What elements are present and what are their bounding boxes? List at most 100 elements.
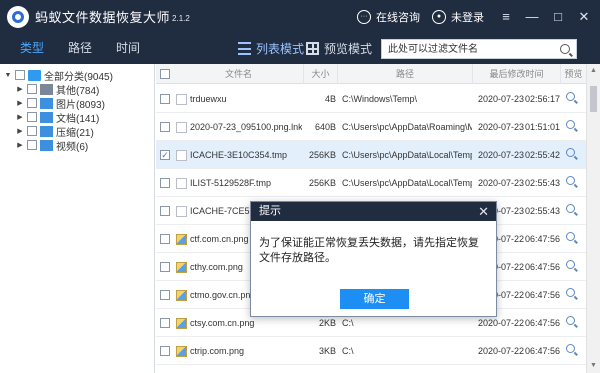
prompt-dialog: 提示 ✕ 为了保证能正常恢复丢失数据，请先指定恢复文件存放路径。 确定 [250, 201, 497, 317]
file-time: 06:47:56 [525, 234, 561, 244]
tree-item-documents[interactable]: ▶ 文档(141) [16, 110, 100, 125]
dialog-close-icon[interactable]: ✕ [478, 202, 489, 221]
menu-button[interactable]: ≡ [496, 9, 516, 24]
row-checkbox[interactable] [160, 290, 170, 300]
preview-zoom-icon[interactable] [566, 148, 578, 160]
row-checkbox[interactable] [160, 178, 170, 188]
table-row[interactable]: trduewxu 4B C:\Windows\Temp\ 2020-07-23 … [156, 85, 586, 113]
collapse-arrow-icon[interactable]: ▼ [4, 72, 12, 79]
file-icon [176, 206, 187, 217]
title-bar: 蚂蚁文件数据恢复大师 2.1.2 ··· 在线咨询 ● 未登录 ≡ — □ ✕ [0, 0, 600, 33]
expand-arrow-icon[interactable]: ▶ [16, 99, 24, 107]
search-box [381, 39, 577, 59]
expand-arrow-icon[interactable]: ▶ [16, 85, 24, 93]
row-checkbox[interactable] [160, 122, 170, 132]
preview-zoom-icon[interactable] [566, 204, 578, 216]
preview-zoom-icon[interactable] [566, 344, 578, 356]
preview-zoom-icon[interactable] [566, 288, 578, 300]
row-checkbox[interactable]: ✓ [160, 150, 170, 160]
login-label: 未登录 [451, 11, 484, 24]
file-name: ctrip.com.png [190, 346, 245, 356]
tree-item-checkbox[interactable] [27, 84, 37, 94]
image-file-icon [176, 318, 187, 329]
maximize-button[interactable]: □ [548, 9, 568, 24]
scroll-down-arrow-icon[interactable]: ▼ [587, 359, 600, 373]
row-checkbox[interactable] [160, 94, 170, 104]
search-icon[interactable] [560, 44, 570, 54]
image-file-icon [176, 290, 187, 301]
file-size: 256KB [308, 178, 336, 188]
user-icon: ● [432, 9, 446, 24]
file-time: 06:47:56 [525, 346, 561, 356]
file-time: 02:56:17 [525, 94, 561, 104]
file-name: ICACHE-3E10C354.tmp [190, 150, 288, 160]
tree-item-checkbox[interactable] [27, 112, 37, 122]
expand-arrow-icon[interactable]: ▶ [16, 141, 24, 149]
tree-item-images[interactable]: ▶ 图片(8093) [16, 96, 105, 111]
table-row[interactable]: ILIST-5129528F.tmp 256KB C:\Users\pc\App… [156, 169, 586, 197]
file-time: 06:47:56 [525, 318, 561, 328]
tree-item-label: 视频(6) [56, 141, 89, 153]
preview-zoom-icon[interactable] [566, 92, 578, 104]
scrollbar-thumb[interactable] [590, 86, 597, 112]
image-file-icon [176, 234, 187, 245]
row-checkbox[interactable] [160, 318, 170, 328]
tree-item-checkbox[interactable] [27, 98, 37, 108]
expand-arrow-icon[interactable]: ▶ [16, 127, 24, 135]
archive-folder-icon [40, 125, 53, 137]
tree-root-checkbox[interactable] [15, 70, 25, 80]
file-name: trduewxu [190, 94, 227, 104]
table-row[interactable]: ctrip.com.png 3KB C:\ 2020-07-22 06:47:5… [156, 337, 586, 365]
file-icon [176, 122, 187, 133]
preview-zoom-icon[interactable] [566, 176, 578, 188]
row-checkbox[interactable] [160, 262, 170, 272]
computer-icon [28, 69, 41, 81]
list-icon [238, 42, 251, 55]
vertical-scrollbar[interactable]: ▲ ▼ [586, 64, 600, 373]
file-size: 3KB [318, 346, 336, 356]
online-consult-label: 在线咨询 [376, 11, 420, 24]
tree-item-checkbox[interactable] [27, 126, 37, 136]
online-consult-button[interactable]: ··· 在线咨询 [357, 9, 420, 25]
dialog-header: 提示 ✕ [251, 202, 496, 221]
select-all-checkbox[interactable] [160, 69, 170, 79]
list-mode-button[interactable]: 列表模式 [238, 33, 304, 64]
row-checkbox[interactable] [160, 206, 170, 216]
tree-item-archives[interactable]: ▶ 压缩(21) [16, 124, 94, 139]
minimize-button[interactable]: — [522, 9, 542, 24]
tab-path[interactable]: 路径 [58, 33, 102, 64]
grid-icon [306, 42, 319, 55]
image-file-icon [176, 346, 187, 357]
tab-time[interactable]: 时间 [106, 33, 150, 64]
preview-mode-button[interactable]: 预览模式 [306, 33, 372, 64]
column-size[interactable]: 大小 [304, 64, 338, 84]
table-row[interactable]: ✓ ICACHE-3E10C354.tmp 256KB C:\Users\pc\… [156, 141, 586, 169]
tree-item-other[interactable]: ▶ 其他(784) [16, 82, 100, 97]
category-tree: ▼ 全部分类(9045) ▶ 其他(784) ▶ 图片(8093) ▶ 文档(1… [0, 64, 155, 373]
search-input[interactable] [382, 40, 552, 58]
scroll-up-arrow-icon[interactable]: ▲ [587, 64, 600, 78]
expand-arrow-icon[interactable]: ▶ [16, 113, 24, 121]
tree-root[interactable]: ▼ 全部分类(9045) [4, 68, 113, 83]
row-checkbox[interactable] [160, 346, 170, 356]
tree-item-checkbox[interactable] [27, 140, 37, 150]
tree-item-label: 文档(141) [56, 113, 100, 125]
preview-zoom-icon[interactable] [566, 260, 578, 272]
column-name[interactable]: 文件名 [174, 64, 304, 84]
tab-type[interactable]: 类型 [10, 33, 54, 64]
login-button[interactable]: ● 未登录 [432, 9, 484, 25]
image-folder-icon [40, 97, 53, 109]
tree-item-videos[interactable]: ▶ 视频(6) [16, 138, 89, 153]
preview-zoom-icon[interactable] [566, 232, 578, 244]
column-modified[interactable]: 最后修改时间 [473, 64, 561, 84]
file-path: C:\Users\pc\AppData\Roaming\Micro [342, 122, 472, 132]
file-size: 4B [324, 94, 336, 104]
row-checkbox[interactable] [160, 234, 170, 244]
preview-zoom-icon[interactable] [566, 316, 578, 328]
column-path[interactable]: 路径 [338, 64, 473, 84]
preview-zoom-icon[interactable] [566, 120, 578, 132]
table-row[interactable]: 2020-07-23_095100.png.lnk 640B C:\Users\… [156, 113, 586, 141]
dialog-ok-button[interactable]: 确定 [340, 289, 409, 309]
tree-item-label: 其他(784) [56, 85, 100, 97]
close-button[interactable]: ✕ [574, 9, 594, 25]
